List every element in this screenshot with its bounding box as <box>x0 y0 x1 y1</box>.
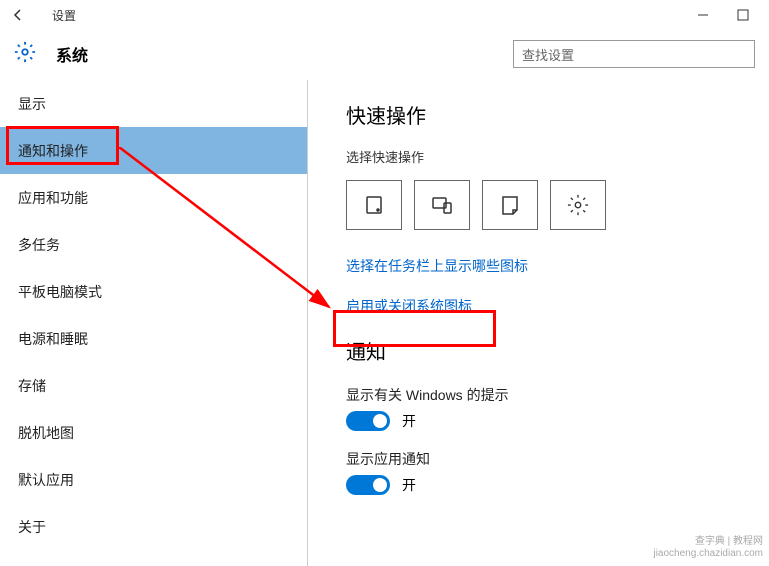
quick-actions-sub: 选择快速操作 <box>346 147 769 166</box>
category-title: 系统 <box>56 42 88 66</box>
quick-action-note[interactable] <box>482 180 538 230</box>
toggle-row-windows-tips: 显示有关 Windows 的提示 开 <box>346 385 769 431</box>
search-input[interactable]: 查找设置 <box>513 40 755 68</box>
toggle-app-notifications[interactable] <box>346 475 390 495</box>
quick-action-connect[interactable] <box>414 180 470 230</box>
sidebar: 显示 通知和操作 应用和功能 多任务 平板电脑模式 电源和睡眠 存储 脱机地图 … <box>0 80 308 566</box>
sidebar-item-storage[interactable]: 存储 <box>0 362 307 409</box>
sidebar-item-notifications[interactable]: 通知和操作 <box>0 127 307 174</box>
toggle-state: 开 <box>402 475 416 495</box>
gear-icon <box>14 41 36 68</box>
link-taskbar-icons[interactable]: 选择在任务栏上显示哪些图标 <box>346 256 769 276</box>
notifications-title: 通知 <box>346 336 769 365</box>
search-placeholder: 查找设置 <box>522 45 574 64</box>
minimize-button[interactable] <box>693 5 713 25</box>
sidebar-item-default-apps[interactable]: 默认应用 <box>0 456 307 503</box>
sidebar-item-multitask[interactable]: 多任务 <box>0 221 307 268</box>
sidebar-item-display[interactable]: 显示 <box>0 80 307 127</box>
back-button[interactable] <box>8 5 28 25</box>
sidebar-item-offline-maps[interactable]: 脱机地图 <box>0 409 307 456</box>
watermark: 查字典 | 教程网 jiaocheng.chazidian.com <box>653 536 763 560</box>
toggle-windows-tips[interactable] <box>346 411 390 431</box>
sidebar-item-about[interactable]: 关于 <box>0 503 307 550</box>
settings-panel: 快速操作 选择快速操作 选择在任务栏上显示哪些图标 启用或关闭系统图标 通知 显… <box>308 80 769 566</box>
window-title: 设置 <box>52 7 76 24</box>
quick-actions-row <box>346 180 769 230</box>
sidebar-item-apps[interactable]: 应用和功能 <box>0 174 307 221</box>
quick-action-settings[interactable] <box>550 180 606 230</box>
quick-action-tablet-mode[interactable] <box>346 180 402 230</box>
toggle-state: 开 <box>402 411 416 431</box>
toggle-label: 显示有关 Windows 的提示 <box>346 385 769 405</box>
sidebar-item-power[interactable]: 电源和睡眠 <box>0 315 307 362</box>
sidebar-item-tablet[interactable]: 平板电脑模式 <box>0 268 307 315</box>
toggle-label: 显示应用通知 <box>346 449 769 469</box>
quick-actions-title: 快速操作 <box>346 100 769 129</box>
link-system-icons[interactable]: 启用或关闭系统图标 <box>346 296 769 316</box>
maximize-button[interactable] <box>733 5 753 25</box>
toggle-row-app-notifications: 显示应用通知 开 <box>346 449 769 495</box>
